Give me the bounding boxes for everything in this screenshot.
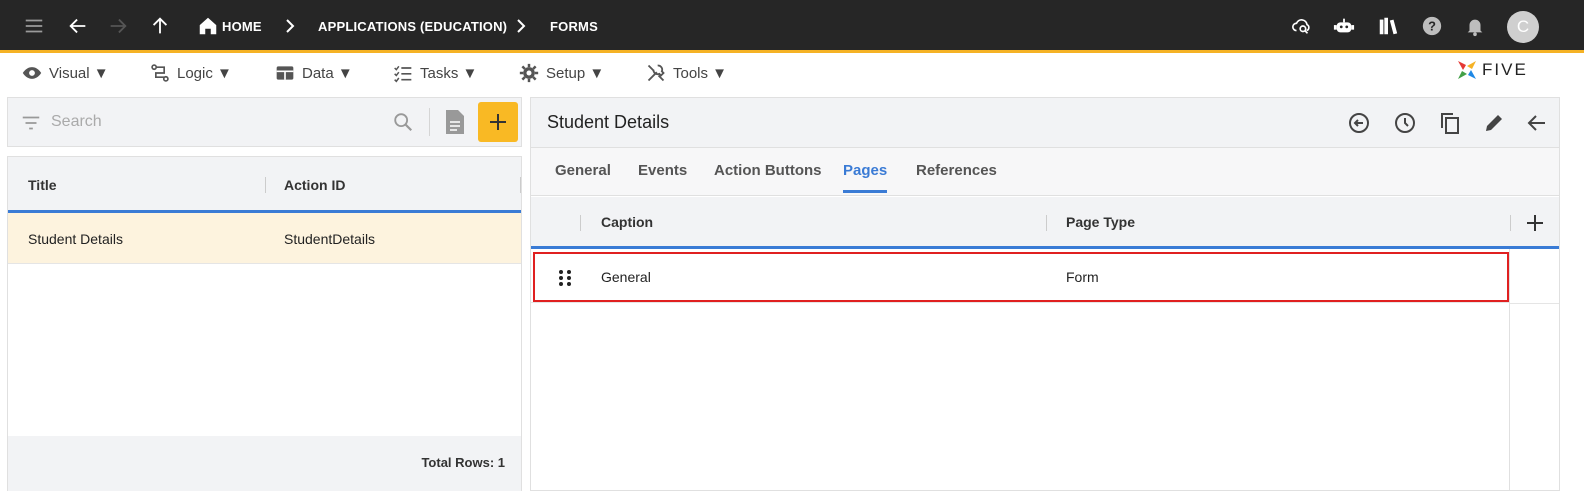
logo-mark-icon: [1458, 61, 1476, 79]
logic-icon: [151, 64, 169, 82]
tab-references[interactable]: References: [916, 162, 997, 190]
row-caption: General: [601, 269, 651, 285]
total-rows: Total Rows: 1: [421, 455, 505, 470]
column-separator: [265, 177, 266, 193]
gear-icon: [519, 63, 539, 83]
tools-icon: [647, 64, 665, 82]
drag-handle-icon[interactable]: [557, 268, 573, 288]
column-separator: [580, 215, 581, 231]
breadcrumb-home[interactable]: HOME: [222, 19, 262, 34]
menu-data[interactable]: Data ▼: [275, 63, 353, 83]
menu-visual[interactable]: Visual ▼: [22, 63, 109, 83]
back-arrow-icon[interactable]: [1525, 111, 1549, 135]
plus-icon: [490, 114, 506, 130]
menu-logic[interactable]: Logic ▼: [150, 63, 232, 83]
tab-events[interactable]: Events: [638, 162, 687, 190]
table-row[interactable]: Student Details StudentDetails: [8, 213, 521, 264]
row-page-type: Form: [1066, 269, 1099, 285]
svg-text:?: ?: [1428, 19, 1436, 34]
search-icon[interactable]: [392, 111, 414, 133]
tab-bar: General Events Action Buttons Pages Refe…: [531, 148, 1559, 196]
help-icon[interactable]: ?: [1420, 14, 1444, 38]
back-arrow-icon[interactable]: [66, 14, 90, 38]
menu-label: Logic ▼: [177, 64, 232, 82]
column-separator: [1046, 215, 1047, 231]
list-footer: Total Rows: 1: [8, 436, 521, 491]
row-highlight: [533, 252, 1509, 302]
menu-label: Setup ▼: [546, 64, 605, 82]
menu-tasks[interactable]: Tasks ▼: [393, 63, 477, 83]
tab-general[interactable]: General: [555, 162, 611, 190]
bell-icon[interactable]: [1463, 14, 1487, 38]
top-bar: HOME APPLICATIONS (EDUCATION) FORMS ? C: [0, 0, 1584, 53]
menu-label: Visual ▼: [49, 64, 109, 82]
restore-icon[interactable]: [1347, 111, 1371, 135]
document-icon[interactable]: [444, 109, 466, 135]
menu-setup[interactable]: Setup ▼: [519, 63, 604, 83]
filter-icon[interactable]: [20, 112, 42, 134]
copy-icon[interactable]: [1438, 111, 1462, 135]
page-title: Student Details: [547, 112, 670, 132]
pages-grid-header: Caption Page Type: [531, 197, 1559, 249]
tab-action-buttons[interactable]: Action Buttons: [714, 162, 821, 190]
table-icon: [276, 66, 294, 80]
forms-list: Title Action ID Student Details StudentD…: [7, 156, 522, 491]
menu-label: Tasks ▼: [420, 64, 478, 82]
menu-bar: Visual ▼ Logic ▼ Data ▼ Tasks ▼ Setup ▼ …: [0, 56, 1584, 90]
menu-label: Tools ▼: [673, 64, 728, 82]
column-page-type[interactable]: Page Type: [1066, 214, 1135, 230]
divider: [429, 108, 430, 136]
row-action-id: StudentDetails: [284, 231, 376, 247]
grid-divider: [1509, 249, 1510, 491]
history-icon[interactable]: [1393, 111, 1417, 135]
menu-label: Data ▼: [302, 64, 353, 82]
tab-pages[interactable]: Pages: [843, 162, 888, 193]
grid-divider: [1510, 303, 1559, 304]
add-button[interactable]: [478, 102, 518, 142]
home-icon[interactable]: [196, 14, 220, 38]
detail-header: Student Details: [531, 98, 1559, 148]
logo-text: FIVE: [1482, 60, 1528, 79]
column-title[interactable]: Title: [28, 177, 57, 193]
cloud-search-icon[interactable]: [1290, 14, 1314, 38]
five-logo: FIVE: [1456, 58, 1546, 82]
menu-tools[interactable]: Tools ▼: [646, 63, 727, 83]
column-separator: [1510, 215, 1511, 231]
chevron-right-icon: [286, 19, 295, 33]
column-caption[interactable]: Caption: [601, 214, 653, 230]
list-header: Title Action ID: [8, 157, 521, 213]
chevron-right-icon: [517, 19, 526, 33]
forward-arrow-icon[interactable]: [106, 14, 130, 38]
table-row[interactable]: General Form: [531, 252, 1509, 303]
add-page-icon[interactable]: [1525, 213, 1545, 233]
breadcrumb-applications[interactable]: APPLICATIONS (EDUCATION): [318, 19, 507, 34]
search-bar: Search: [7, 97, 522, 147]
search-input[interactable]: Search: [51, 113, 102, 131]
breadcrumb-forms[interactable]: FORMS: [550, 19, 598, 34]
bot-icon[interactable]: [1332, 14, 1356, 38]
avatar[interactable]: C: [1507, 11, 1539, 43]
checklist-icon: [394, 65, 412, 83]
eye-icon: [22, 67, 42, 79]
row-title: Student Details: [28, 231, 123, 247]
column-action-id[interactable]: Action ID: [284, 177, 345, 193]
column-separator: [520, 177, 521, 193]
library-icon[interactable]: [1376, 14, 1400, 38]
edit-icon[interactable]: [1482, 111, 1506, 135]
detail-panel: Student Details General Events Action Bu…: [530, 97, 1560, 491]
menu-icon[interactable]: [22, 14, 46, 38]
up-arrow-icon[interactable]: [148, 14, 172, 38]
